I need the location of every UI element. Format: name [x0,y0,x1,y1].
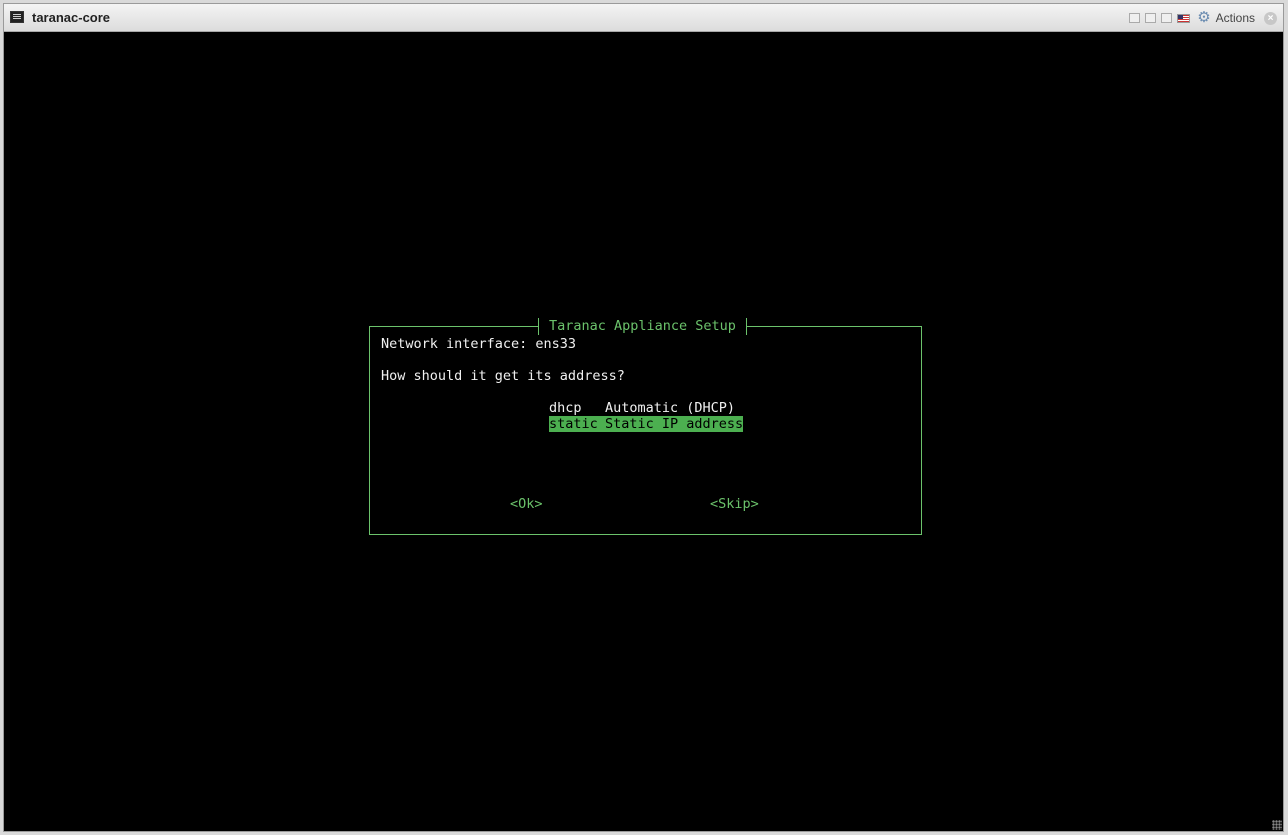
terminal-screen[interactable]: Taranac Appliance Setup Network interfac… [4,32,1283,831]
interface-line: Network interface: ens33 [381,336,577,352]
option-static[interactable]: static Static IP address [549,416,744,432]
setup-dialog: Taranac Appliance Setup Network interfac… [369,318,922,535]
console-icon [10,11,24,23]
option-dhcp-label: Automatic (DHCP) [605,400,736,416]
gear-icon[interactable]: ⚙ [1197,10,1210,25]
flag-icon[interactable] [1177,13,1191,23]
console-window: taranac-core ⚙ Actions × Taranac Applian… [3,3,1284,832]
maximize-icon[interactable] [1161,13,1173,23]
question-text: How should it get its address? [381,368,625,384]
restore-icon[interactable] [1145,13,1157,23]
window-toolbar: ⚙ Actions × [1129,9,1277,27]
dialog-title: Taranac Appliance Setup [538,318,747,335]
skip-button[interactable]: <Skip> [710,496,759,512]
option-dhcp[interactable]: dhcp Automatic (DHCP) [549,400,735,416]
close-icon[interactable]: × [1264,11,1277,25]
option-dhcp-key: dhcp [549,400,582,416]
window-titlebar: taranac-core ⚙ Actions × [4,4,1283,32]
option-static-label: Static IP address [605,416,744,432]
minimize-icon[interactable] [1129,13,1141,23]
actions-menu[interactable]: Actions [1216,11,1255,25]
resize-grip-icon[interactable] [1272,820,1282,830]
ok-button[interactable]: <Ok> [510,496,543,512]
window-title: taranac-core [32,10,111,25]
option-static-key: static [549,416,598,432]
